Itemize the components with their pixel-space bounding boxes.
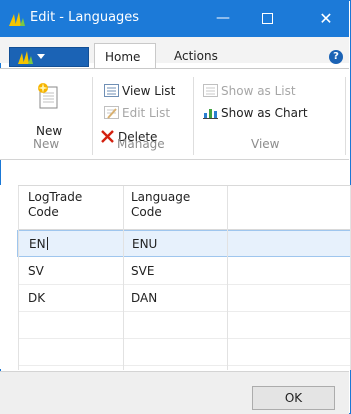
empty-row[interactable] [18, 339, 351, 366]
logtrade-code-cell[interactable]: DK [28, 291, 45, 305]
show-as-chart-button[interactable]: Show as Chart [203, 104, 308, 122]
show-as-list-button[interactable]: Show as List [203, 82, 296, 100]
column-divider [18, 186, 19, 370]
group-divider [92, 77, 93, 155]
empty-row[interactable] [18, 312, 351, 339]
group-label-view: View [251, 137, 280, 151]
view-list-label: View List [122, 84, 176, 98]
group-divider [193, 77, 194, 155]
tab-label: Actions [174, 49, 218, 63]
group-divider [345, 77, 346, 155]
delete-x-icon [101, 130, 114, 143]
languages-grid: LogTrade Code Language Code EN ENU SV SV… [17, 185, 351, 370]
view-list-button[interactable]: View List [104, 82, 175, 100]
table-row[interactable]: DK DAN [18, 285, 351, 312]
text-cursor [46, 237, 48, 250]
view-list-icon [104, 84, 119, 97]
table-row[interactable]: EN ENU [17, 230, 351, 257]
edit-list-label: Edit List [122, 106, 171, 120]
language-code-cell[interactable]: ENU [132, 237, 157, 251]
language-code-cell[interactable]: DAN [131, 291, 157, 305]
show-as-list-icon [203, 84, 218, 97]
app-logo-icon [9, 12, 25, 26]
language-code-cell[interactable]: SVE [131, 264, 154, 278]
app-logo-icon [18, 51, 33, 64]
maximize-button[interactable] [244, 0, 290, 37]
new-button-label[interactable]: New [36, 124, 62, 138]
ok-button[interactable]: OK [252, 386, 335, 410]
chevron-down-icon [37, 54, 45, 59]
tab-actions[interactable]: Actions [164, 43, 228, 69]
edit-list-button[interactable]: Edit List [104, 104, 170, 122]
column-divider [123, 186, 124, 370]
title-bar[interactable]: Edit - Languages — ✕ [0, 0, 349, 37]
tab-home[interactable]: Home [94, 43, 156, 69]
row-selector-column [0, 185, 18, 369]
column-divider [227, 186, 228, 370]
logtrade-code-cell[interactable]: SV [28, 264, 44, 278]
table-row[interactable]: SV SVE [18, 258, 351, 285]
show-as-chart-label: Show as Chart [221, 106, 308, 120]
minimize-button[interactable]: — [200, 0, 246, 37]
tab-label: Home [105, 50, 141, 64]
grid-header: LogTrade Code Language Code [18, 186, 351, 230]
group-label-manage: Manage [117, 137, 165, 151]
close-button[interactable]: ✕ [303, 0, 349, 37]
maximize-icon [261, 12, 273, 24]
new-document-icon[interactable] [37, 82, 61, 110]
application-menu-button[interactable] [9, 47, 89, 67]
show-as-chart-icon [203, 109, 218, 119]
column-header-logtrade-code[interactable]: LogTrade Code [28, 190, 82, 220]
column-header-language-code[interactable]: Language Code [131, 190, 190, 220]
show-as-list-label: Show as List [221, 84, 296, 98]
window-title: Edit - Languages [30, 10, 140, 25]
cell-value: EN [29, 237, 46, 251]
logtrade-code-cell[interactable]: EN [29, 237, 48, 251]
edit-list-icon [104, 106, 119, 119]
help-icon[interactable]: ? [329, 50, 343, 64]
group-label-new: New [33, 137, 60, 151]
